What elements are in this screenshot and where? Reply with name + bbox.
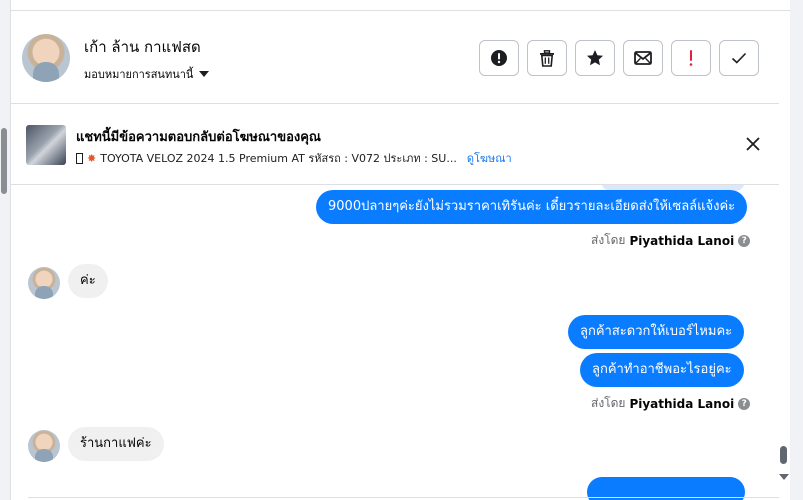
chat-window: เก้า ล้าน กาแฟสด มอบหมายการสนทนานี้ แชทน… bbox=[0, 0, 803, 500]
contact-avatar-small[interactable] bbox=[28, 430, 60, 462]
mark-done-button[interactable] bbox=[719, 40, 759, 76]
sender-name: Piyathida Lanoi bbox=[629, 396, 735, 411]
contact-avatar[interactable] bbox=[22, 34, 70, 82]
delete-button[interactable] bbox=[527, 40, 567, 76]
assign-conversation-dropdown[interactable]: มอบหมายการสนทนานี้ bbox=[84, 65, 210, 83]
message-thread[interactable]: 9000ปลายๆค่ะยังไม่รวมราคาเทิรันค่ะ เดี๋ย… bbox=[11, 185, 779, 500]
bottom-divider bbox=[28, 497, 779, 498]
chevron-down-icon bbox=[199, 71, 210, 77]
explosion-emoji-icon: ✸ bbox=[87, 151, 97, 165]
star-icon bbox=[587, 50, 603, 66]
left-scrollbar-thumb[interactable] bbox=[1, 128, 7, 194]
follow-up-button[interactable] bbox=[671, 40, 711, 76]
thread-scrollbar-thumb[interactable] bbox=[780, 446, 787, 464]
close-banner-button[interactable] bbox=[743, 134, 763, 154]
spam-report-button[interactable] bbox=[479, 40, 519, 76]
ad-thumbnail[interactable] bbox=[26, 125, 66, 165]
alert-circle-icon bbox=[491, 50, 507, 66]
header-actions bbox=[479, 40, 759, 76]
left-panel-edge bbox=[0, 0, 11, 500]
view-ad-link[interactable]: ดูโฆษณา bbox=[467, 149, 512, 167]
sender-name: Piyathida Lanoi bbox=[629, 233, 735, 248]
check-icon bbox=[731, 52, 747, 64]
star-button[interactable] bbox=[575, 40, 615, 76]
close-icon bbox=[746, 137, 760, 151]
contact-name[interactable]: เก้า ล้าน กาแฟสด bbox=[84, 35, 201, 59]
mark-unread-button[interactable] bbox=[623, 40, 663, 76]
incoming-message[interactable]: ค่ะ bbox=[68, 264, 108, 298]
sent-by-prefix: ส่งโดย bbox=[591, 396, 626, 410]
trash-icon bbox=[540, 49, 554, 67]
exclamation-icon bbox=[689, 50, 693, 66]
question-icon[interactable]: ? bbox=[738, 397, 751, 410]
sent-by-label: ส่งโดย Piyathida Lanoi ? bbox=[591, 394, 751, 413]
outgoing-message[interactable]: ลูกค้าทำอาชีพอะไรอยู่คะ bbox=[580, 353, 744, 387]
ad-banner-title: แชทนี้มีข้อความตอบกลับต่อโฆษณาของคุณ bbox=[76, 130, 321, 145]
contact-avatar-small[interactable] bbox=[28, 267, 60, 299]
mail-icon bbox=[634, 51, 652, 65]
sent-by-label: ส่งโดย Piyathida Lanoi ? bbox=[591, 231, 751, 250]
sent-by-prefix: ส่งโดย bbox=[591, 233, 626, 247]
assign-conversation-label: มอบหมายการสนทนานี้ bbox=[84, 68, 194, 81]
ad-banner-subtitle: ✸ TOYOTA VELOZ 2024 1.5 Premium AT รหัสร… bbox=[76, 149, 512, 167]
ad-description: TOYOTA VELOZ 2024 1.5 Premium AT รหัสรถ … bbox=[100, 152, 457, 165]
right-panel-edge bbox=[790, 0, 803, 500]
ad-reply-banner: แชทนี้มีข้อความตอบกลับต่อโฆษณาของคุณ ✸ T… bbox=[11, 104, 779, 185]
question-icon[interactable]: ? bbox=[738, 234, 751, 247]
unknown-glyph-icon bbox=[76, 152, 83, 164]
scroll-down-arrow-icon[interactable] bbox=[779, 474, 789, 480]
conversation-header: เก้า ล้าน กาแฟสด มอบหมายการสนทนานี้ bbox=[11, 11, 779, 104]
outgoing-message[interactable]: ลูกค้าสะดวกให้เบอร์ไหมคะ bbox=[568, 315, 745, 349]
outgoing-message[interactable]: 9000ปลายๆค่ะยังไม่รวมราคาเทิรันค่ะ เดี๋ย… bbox=[316, 190, 748, 224]
incoming-message[interactable]: ร้านกาแฟค่ะ bbox=[68, 427, 164, 461]
